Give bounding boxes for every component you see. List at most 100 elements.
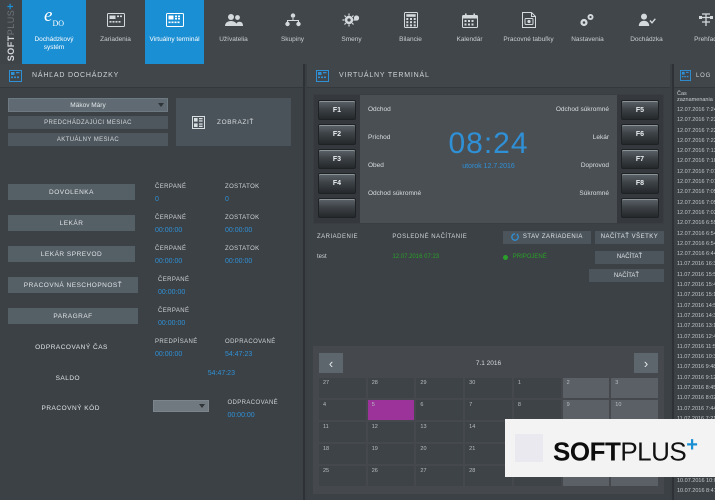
lekar-button[interactable]: LEKÁR bbox=[8, 215, 135, 231]
calendar-day-cell[interactable]: 19 bbox=[368, 444, 415, 464]
log-entry[interactable]: 11.07.2016 15:58 bbox=[677, 270, 713, 280]
terminal-key-f8[interactable]: F8 bbox=[621, 173, 659, 193]
log-entry[interactable]: 11.07.2016 12:44 bbox=[677, 332, 713, 342]
log-entry[interactable]: 12.07.2016 6:54 bbox=[677, 239, 713, 249]
calendar-day-cell[interactable]: 5 bbox=[368, 400, 415, 420]
log-entry[interactable]: 11.07.2016 9:48 bbox=[677, 362, 713, 372]
log-entry[interactable]: 11.07.2016 7:44 bbox=[677, 404, 713, 414]
lekar-sprevod-button[interactable]: LEKÁR SPREVOD bbox=[8, 246, 135, 262]
log-entry[interactable]: 12.07.2016 7:23 bbox=[677, 115, 713, 125]
calendar-prev-button[interactable]: ‹ bbox=[319, 353, 343, 373]
log-entry[interactable]: 11.07.2016 9:12 bbox=[677, 373, 713, 383]
log-entry[interactable]: 11.07.2016 16:30 bbox=[677, 259, 713, 269]
terminal-key-blank-left[interactable] bbox=[318, 198, 356, 218]
nav-item-smeny[interactable]: Smeny bbox=[322, 0, 381, 64]
log-entry[interactable]: 11.07.2016 14:58 bbox=[677, 301, 713, 311]
log-entry[interactable]: 12.07.2016 7:05 bbox=[677, 187, 713, 197]
calendar-next-button[interactable]: › bbox=[634, 353, 658, 373]
device-status-button[interactable]: STAV ZARIADENIA bbox=[503, 231, 591, 244]
calendar-day-cell[interactable]: 7 bbox=[465, 400, 512, 420]
log-entry[interactable]: 12.07.2016 7:22 bbox=[677, 126, 713, 136]
nav-item-nastavenia[interactable]: Nastavenia bbox=[558, 0, 617, 64]
terminal-key-f2[interactable]: F2 bbox=[318, 124, 356, 144]
device-table: ZARIADENIE POSLEDNÉ NAČÍTANIE STAV ZARIA… bbox=[313, 230, 664, 282]
nav-label: Dochádzka bbox=[628, 36, 665, 44]
calendar-day-cell[interactable]: 27 bbox=[319, 378, 366, 398]
nav-item-pracovne-tabulky[interactable]: Pracovné tabuľky bbox=[499, 0, 558, 64]
log-entry[interactable]: 12.07.2016 7:07 bbox=[677, 177, 713, 187]
work-code-select[interactable] bbox=[153, 400, 209, 412]
pracovna-neschopnost-button[interactable]: PRACOVNÁ NESCHOPNOSŤ bbox=[8, 277, 138, 293]
log-entry[interactable]: 11.07.2016 15:48 bbox=[677, 280, 713, 290]
calendar-day-cell[interactable]: 8 bbox=[514, 400, 561, 420]
nav-item-dochadzka[interactable]: Dochádzka bbox=[617, 0, 676, 64]
balance-label: SALDO bbox=[8, 370, 128, 386]
log-entry[interactable]: 10.07.2016 8:47 bbox=[677, 486, 713, 496]
log-entry[interactable]: 11.07.2016 10:32 bbox=[677, 352, 713, 362]
nav-item-kalendar[interactable]: Kalendár bbox=[440, 0, 499, 64]
calendar-day-cell[interactable]: 30 bbox=[465, 378, 512, 398]
calendar-day-cell[interactable]: 13 bbox=[416, 422, 463, 442]
show-button[interactable]: ZOBRAZIŤ bbox=[176, 98, 291, 146]
log-entry[interactable]: 11.07.2016 8:02 bbox=[677, 393, 713, 403]
nav-item-dochadzkovy-system[interactable]: eDO Dochádzkový systém bbox=[22, 0, 86, 64]
nav-item-zariadenia[interactable]: Zariadenia bbox=[86, 0, 145, 64]
user-select-dropdown[interactable]: Mäkov Máry bbox=[8, 98, 168, 112]
log-entry[interactable]: 11.07.2016 15:12 bbox=[677, 290, 713, 300]
log-entry[interactable]: 12.07.2016 7:22 bbox=[677, 136, 713, 146]
terminal-key-f7[interactable]: F7 bbox=[621, 149, 659, 169]
log-entry[interactable]: 11.07.2016 11:50 bbox=[677, 342, 713, 352]
log-entry[interactable]: 12.07.2016 6:54 bbox=[677, 229, 713, 239]
calendar-day-cell[interactable]: 9 bbox=[563, 400, 610, 420]
previous-month-button[interactable]: PREDCHÁDZAJÚCI MESIAC bbox=[8, 116, 168, 129]
log-entry[interactable]: 12.07.2016 6:55 bbox=[677, 218, 713, 228]
terminal-clock-box: 08:24 utorok 12.7.2016 bbox=[360, 127, 617, 170]
terminal-key-f4[interactable]: F4 bbox=[318, 173, 356, 193]
nav-item-uzivatelia[interactable]: Užívatelia bbox=[204, 0, 263, 64]
terminal-key-f6[interactable]: F6 bbox=[621, 124, 659, 144]
calendar-day-cell[interactable]: 29 bbox=[416, 378, 463, 398]
log-entry[interactable]: 11.07.2016 8:45 bbox=[677, 383, 713, 393]
calendar-day-cell[interactable]: 27 bbox=[416, 466, 463, 486]
terminal-key-f5[interactable]: F5 bbox=[621, 100, 659, 120]
terminal-key-blank-right[interactable] bbox=[621, 198, 659, 218]
nav-item-prehlad[interactable]: Prehľad bbox=[676, 0, 715, 64]
log-entry[interactable]: 12.07.2016 7:24 bbox=[677, 105, 713, 115]
log-entry[interactable]: 12.07.2016 7:10 bbox=[677, 156, 713, 166]
nav-item-virtualny-terminal[interactable]: Virtuálny terminál bbox=[145, 0, 204, 64]
terminal-key-f1[interactable]: F1 bbox=[318, 100, 356, 120]
calendar-day-cell[interactable]: 18 bbox=[319, 444, 366, 464]
terminal-key-f3[interactable]: F3 bbox=[318, 149, 356, 169]
calendar-day-cell[interactable]: 2 bbox=[563, 378, 610, 398]
calendar-day-cell[interactable]: 3 bbox=[611, 378, 658, 398]
nav-item-skupiny[interactable]: Skupiny bbox=[263, 0, 322, 64]
log-entry[interactable]: 11.07.2016 13:11 bbox=[677, 321, 713, 331]
calendar-day-cell[interactable]: 12 bbox=[368, 422, 415, 442]
calendar-day-cell[interactable]: 25 bbox=[319, 466, 366, 486]
settings-gear-icon bbox=[579, 8, 597, 32]
calendar-day-cell[interactable]: 28 bbox=[368, 378, 415, 398]
nav-item-bilancie[interactable]: Bilancie bbox=[381, 0, 440, 64]
read-button[interactable]: NAČÍTAŤ bbox=[595, 251, 664, 264]
log-entry[interactable]: 12.07.2016 7:05 bbox=[677, 198, 713, 208]
read-button-2[interactable]: NAČÍTAŤ bbox=[589, 269, 664, 282]
log-entry[interactable]: 12.07.2016 7:02 bbox=[677, 208, 713, 218]
read-all-button[interactable]: NAČÍTAŤ VŠETKY bbox=[595, 231, 664, 244]
log-entry[interactable]: 11.07.2016 14:32 bbox=[677, 311, 713, 321]
log-entry[interactable]: 12.07.2016 7:13 bbox=[677, 146, 713, 156]
dovolenka-button[interactable]: DOVOLENKA bbox=[8, 184, 135, 200]
refresh-icon bbox=[511, 233, 519, 241]
calendar-day-cell[interactable]: 20 bbox=[416, 444, 463, 464]
field-value: 54:47:23 bbox=[225, 351, 295, 358]
calendar-day-cell[interactable]: 1 bbox=[514, 378, 561, 398]
current-month-button[interactable]: AKTUÁLNY MESIAC bbox=[8, 133, 168, 146]
paragraf-button[interactable]: PARAGRAF bbox=[8, 308, 138, 324]
calendar-day-cell[interactable]: 4 bbox=[319, 400, 366, 420]
log-entry[interactable]: 12.07.2016 6:44 bbox=[677, 249, 713, 259]
log-entry[interactable]: 12.07.2016 7:07 bbox=[677, 167, 713, 177]
log-entry[interactable]: 10.07.2016 10:03 bbox=[677, 476, 713, 486]
calendar-day-cell[interactable]: 11 bbox=[319, 422, 366, 442]
calendar-day-cell[interactable]: 6 bbox=[416, 400, 463, 420]
calendar-day-cell[interactable]: 10 bbox=[611, 400, 658, 420]
calendar-day-cell[interactable]: 26 bbox=[368, 466, 415, 486]
